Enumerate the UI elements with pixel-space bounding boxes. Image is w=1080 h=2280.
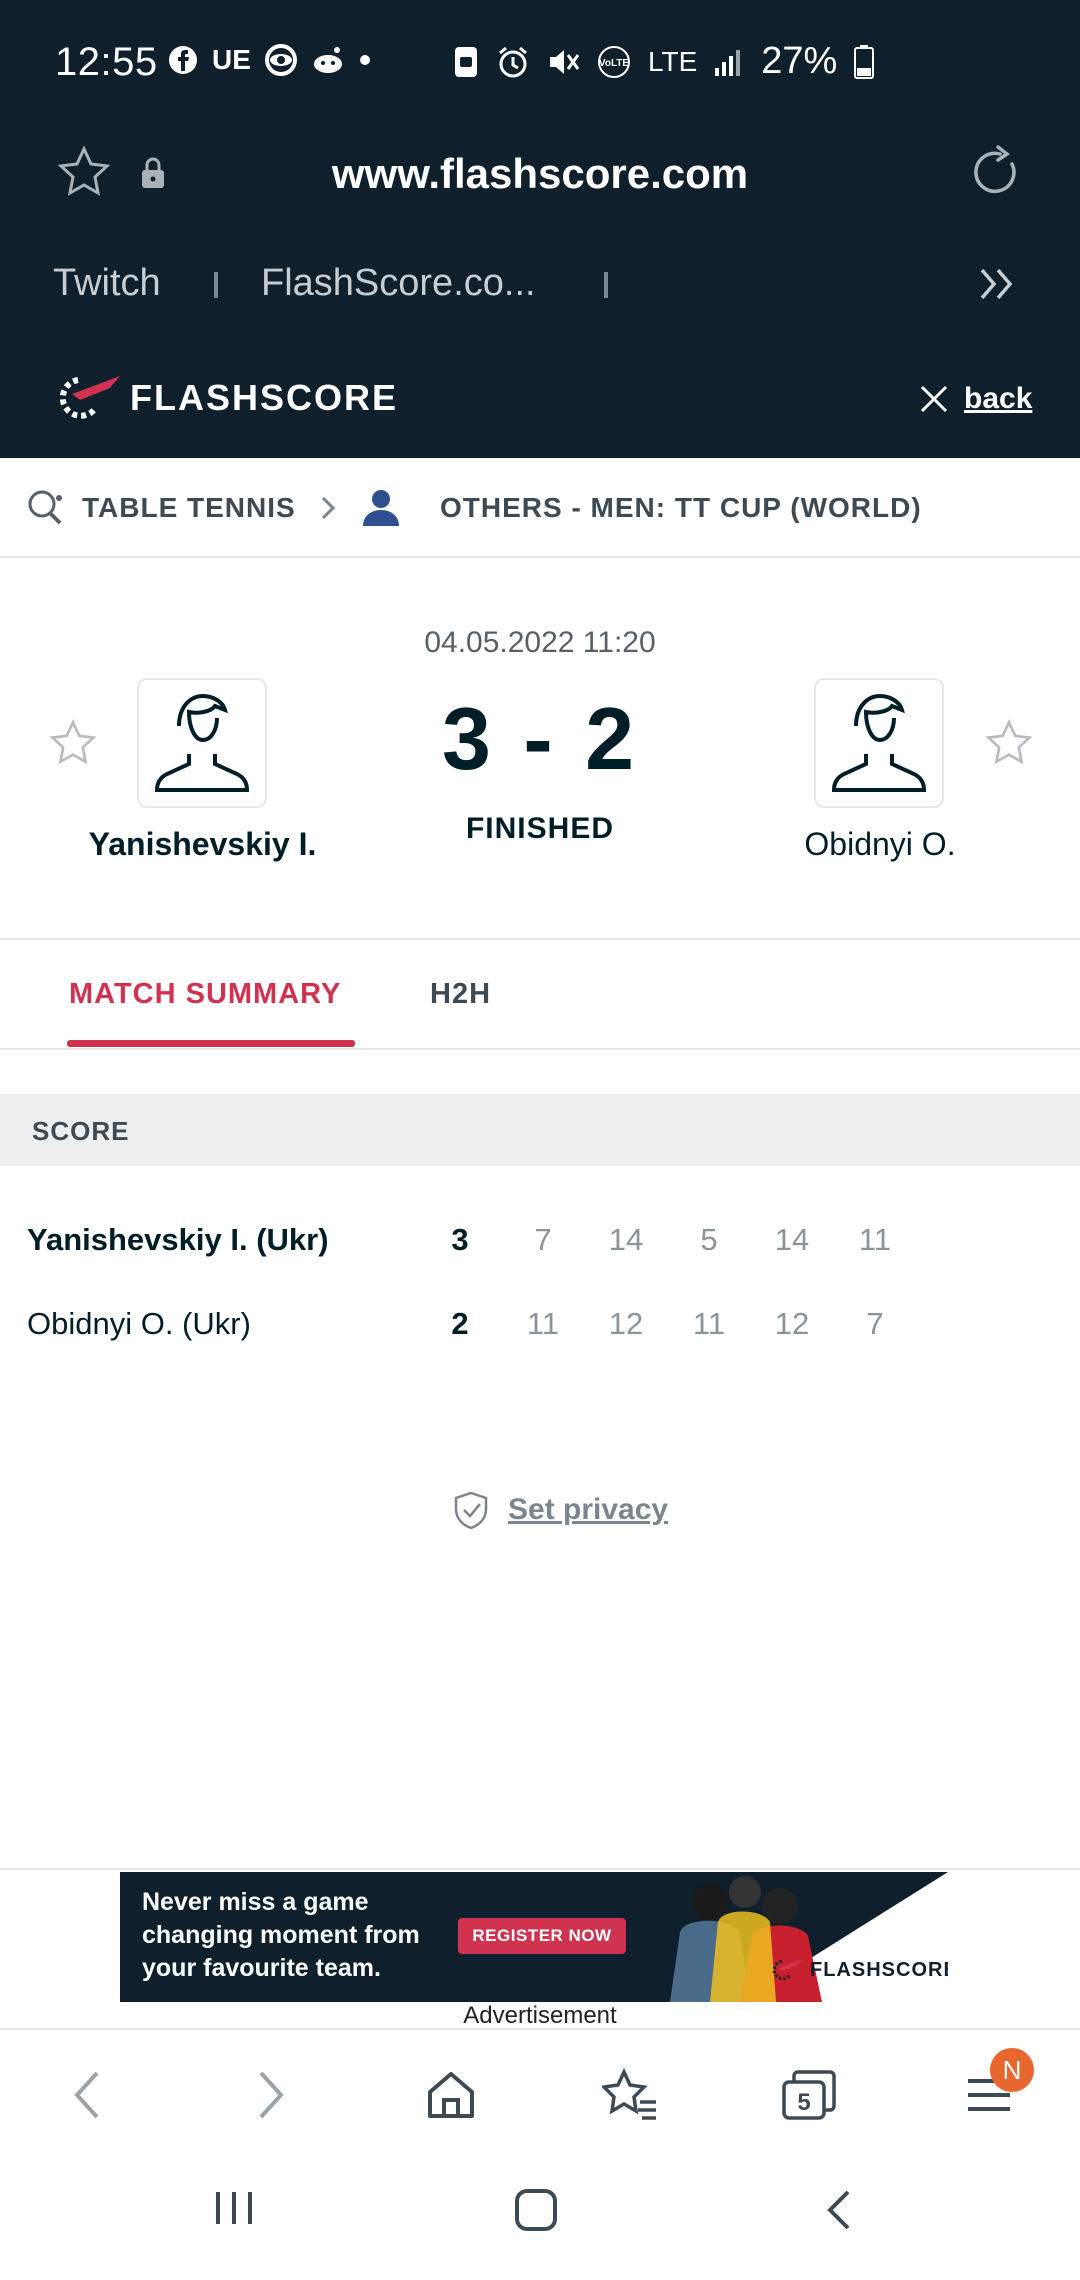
bookmarks-bar: Twitch FlashScore.co... (0, 250, 1080, 330)
status-bar: 12:55 UE VoLTE LTE 27% (0, 0, 1080, 130)
player-silhouette-icon (831, 693, 927, 792)
set-score: 11 (692, 1306, 726, 1341)
url-bar[interactable]: www.flashscore.com (0, 130, 1080, 230)
alarm-icon (499, 46, 527, 77)
flashscore-logo-icon (59, 376, 120, 419)
match-tabs: MATCH SUMMARY H2H (0, 942, 1080, 1050)
set-score: 14 (608, 1222, 644, 1257)
score-row-away: Obidnyi O. (Ukr) 2 11 12 11 12 7 (0, 1294, 1080, 1354)
flashscore-logo[interactable]: FLASHSCORE (50, 370, 398, 426)
browser-chrome: 12:55 UE VoLTE LTE 27% www.flashscore.co… (0, 0, 1080, 344)
home-icon[interactable] (416, 2060, 486, 2130)
forward-arrow-icon[interactable] (236, 2060, 306, 2130)
ue-label: UE (212, 44, 251, 75)
home-button-icon[interactable] (512, 2186, 560, 2239)
total-sets: 2 (451, 1306, 469, 1341)
set-score: 12 (608, 1306, 644, 1341)
breadcrumb-competition[interactable]: OTHERS - MEN: TT CUP (WORLD) (440, 492, 922, 524)
table-tennis-icon (26, 488, 66, 533)
register-now-button[interactable]: REGISTER NOW (458, 1918, 626, 1954)
chevron-right-icon (318, 494, 338, 527)
match-header: 04.05.2022 11:20 Yanishevskiy I. 3 - 2 F… (0, 560, 1080, 940)
player-flag-icon (360, 486, 402, 533)
total-sets: 3 (451, 1222, 469, 1257)
battery-percent: 27% (761, 40, 838, 82)
close-icon (920, 385, 948, 413)
reload-icon[interactable] (968, 144, 1024, 205)
status-time: 12:55 (55, 40, 158, 84)
recent-apps-icon[interactable] (212, 2186, 256, 2235)
score-heading: SCORE (32, 1116, 130, 1146)
system-back-icon[interactable] (820, 2186, 860, 2239)
set-score: 7 (866, 1306, 884, 1341)
site-header: FLASHSCORE back (0, 344, 1080, 458)
tab-h2h[interactable]: H2H (430, 978, 491, 1011)
bookmarks-icon[interactable] (596, 2060, 666, 2130)
url-text[interactable]: www.flashscore.com (0, 150, 1080, 198)
advertisement-banner[interactable]: Never miss a game changing moment from y… (120, 1872, 948, 2002)
more-notifications-dot (359, 55, 370, 65)
set-score: 11 (526, 1306, 560, 1341)
away-player-name[interactable]: Obidnyi O. (730, 826, 1030, 863)
notification-icons: UE (168, 44, 371, 76)
notification-badge: N (990, 2048, 1034, 2092)
logo-text: FLASHSCORE (130, 377, 399, 418)
set-score: 7 (534, 1222, 552, 1257)
set-score: 14 (774, 1222, 810, 1257)
volte-icon: VoLTE (598, 45, 630, 78)
mute-icon (550, 49, 580, 74)
bookmark-separator (214, 272, 218, 298)
active-tab-indicator (67, 1040, 355, 1047)
browser-bottom-nav: 5 N (0, 2028, 1080, 2156)
facebook-icon (169, 46, 197, 74)
back-label: back (964, 382, 1033, 415)
cbs-icon (264, 44, 297, 76)
tab-count: 5 (797, 2089, 810, 2116)
set-score: 5 (700, 1222, 718, 1257)
ad-divider (0, 1868, 1080, 1870)
screenshot-icon (455, 46, 477, 77)
ad-logo-text: FLASHSCORE (810, 1958, 948, 1981)
svg-text:VoLTE: VoLTE (599, 58, 630, 69)
privacy-label: Set privacy (508, 1493, 669, 1526)
ad-logo: FLASHSCORE (768, 1956, 948, 1984)
back-link[interactable]: back (918, 382, 1032, 416)
shield-check-icon (454, 1491, 488, 1530)
score-section-header: SCORE (0, 1094, 1080, 1166)
match-datetime: 04.05.2022 11:20 (424, 626, 656, 659)
row-player-name: Yanishevskiy I. (Ukr) (27, 1222, 329, 1257)
tabs-icon[interactable]: 5 (774, 2060, 844, 2130)
network-type: LTE (648, 45, 698, 77)
more-bookmarks-icon[interactable] (978, 266, 1018, 312)
ad-text: Never miss a game changing moment from y… (142, 1888, 420, 1982)
bookmark-separator (604, 272, 608, 298)
set-score: 11 (858, 1222, 892, 1257)
bookmark-flashscore[interactable]: FlashScore.co... (261, 262, 536, 305)
bookmark-twitch[interactable]: Twitch (53, 262, 161, 305)
set-score: 12 (774, 1306, 810, 1341)
tab-match-summary[interactable]: MATCH SUMMARY (69, 978, 341, 1011)
breadcrumb-sport[interactable]: TABLE TENNIS (82, 492, 296, 524)
favorite-away-star-icon[interactable] (984, 718, 1034, 773)
breadcrumb: TABLE TENNIS OTHERS - MEN: TT CUP (WORLD… (0, 458, 1080, 558)
signal-icon (715, 49, 741, 76)
reddit-icon (313, 47, 342, 73)
away-player-avatar[interactable] (814, 678, 944, 808)
back-arrow-icon[interactable] (52, 2060, 122, 2130)
flashscore-logo-icon (772, 1959, 803, 1981)
ad-caption: Advertisement (463, 2002, 617, 2029)
row-player-name: Obidnyi O. (Ukr) (27, 1306, 251, 1341)
score-row-home: Yanishevskiy I. (Ukr) 3 7 14 5 14 11 (0, 1210, 1080, 1270)
system-nav-bar (0, 2156, 1080, 2280)
battery-icon (854, 44, 875, 79)
system-status-icons: VoLTE LTE 27% (452, 40, 875, 83)
set-privacy-link[interactable]: Set privacy (452, 1490, 668, 1530)
